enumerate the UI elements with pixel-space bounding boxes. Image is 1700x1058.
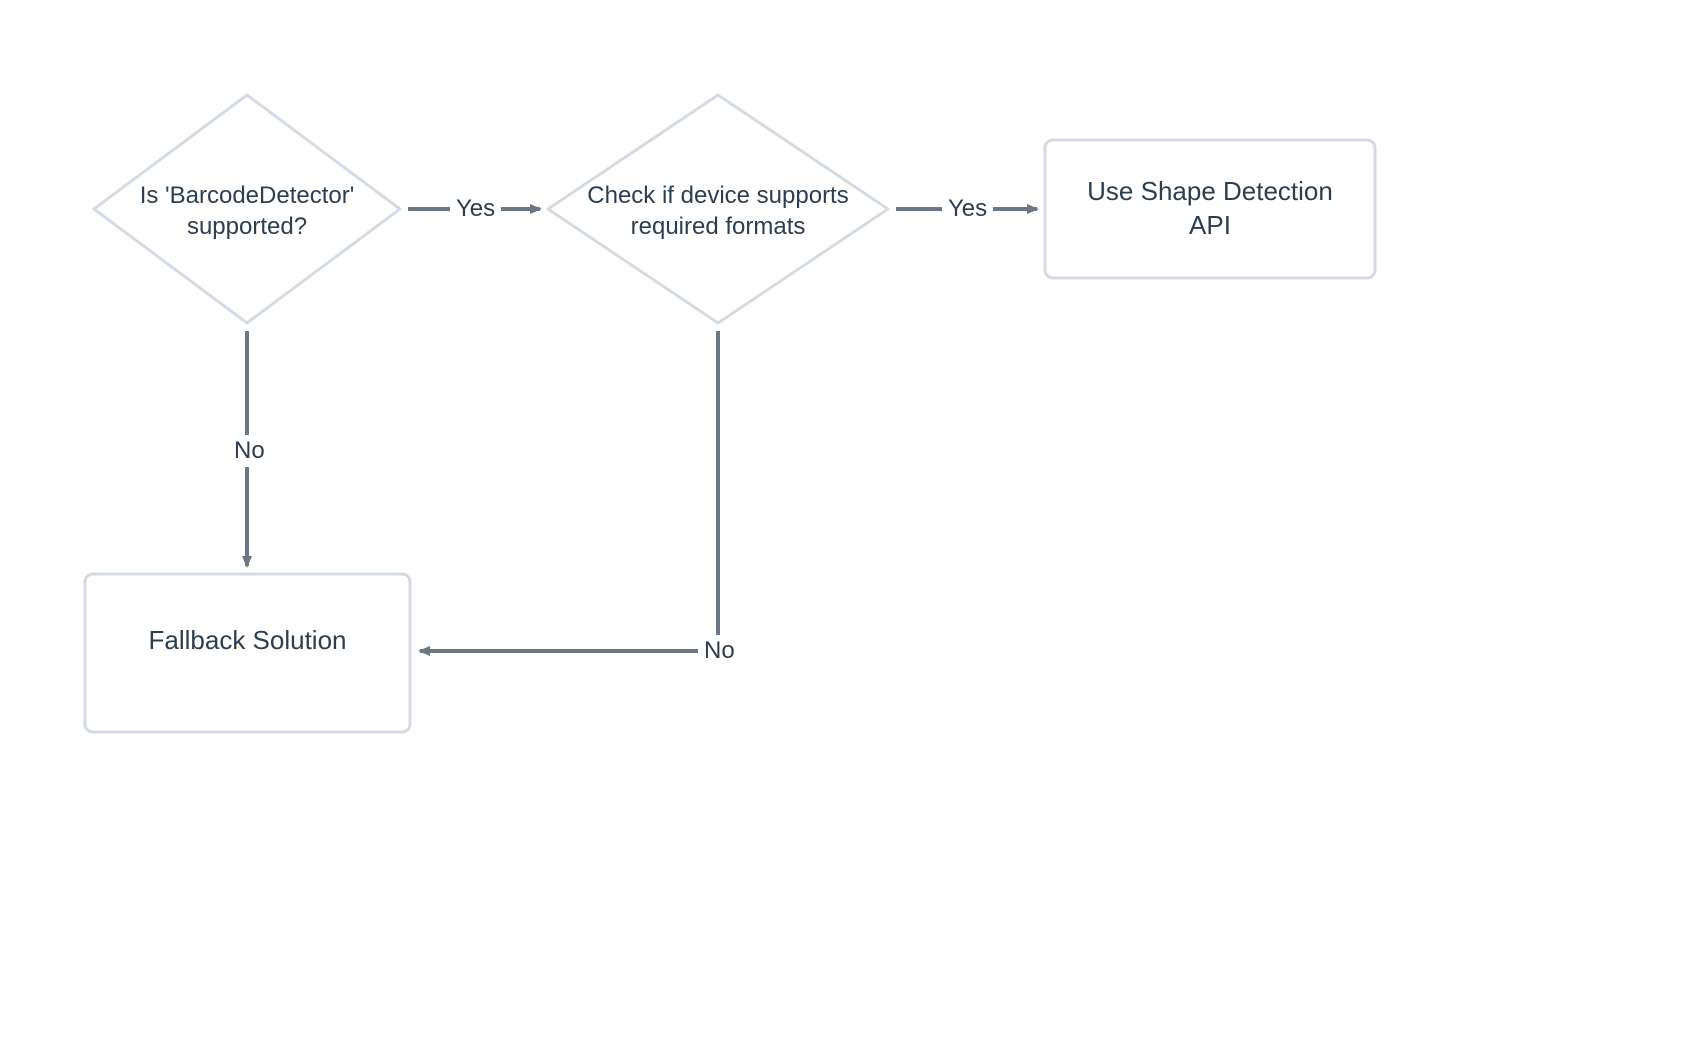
edge-d2-no — [420, 331, 718, 651]
decision-device-supports-formats — [548, 95, 888, 323]
decision-barcodedetector-supported — [94, 95, 400, 323]
label-yes-1: Yes — [450, 193, 501, 225]
label-yes-2: Yes — [942, 193, 993, 225]
terminal-use-shape-detection-api — [1045, 140, 1375, 278]
terminal-fallback-solution — [85, 574, 410, 732]
label-no-2: No — [698, 635, 741, 667]
label-no-1: No — [228, 435, 271, 467]
flowchart-canvas — [0, 0, 1700, 1058]
